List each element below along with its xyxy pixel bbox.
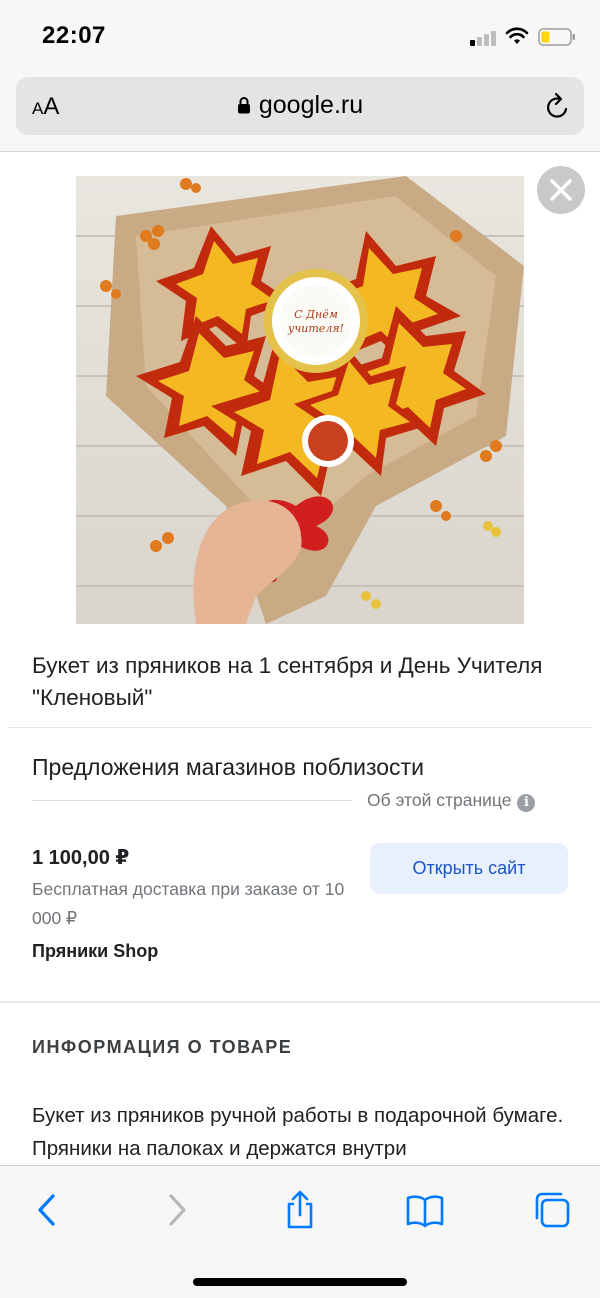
svg-text:учителя!: учителя! xyxy=(287,322,344,335)
offer-shop-name[interactable]: Пряники Shop xyxy=(32,941,158,962)
lock-icon xyxy=(237,97,250,114)
divider xyxy=(32,800,352,801)
battery-icon xyxy=(538,28,575,46)
status-bar: 22:07 xyxy=(0,0,600,72)
browser-address-area: AA google.ru xyxy=(0,72,600,152)
product-info-heading: ИНФОРМАЦИЯ О ТОВАРЕ xyxy=(32,1037,293,1057)
reload-icon[interactable] xyxy=(544,91,572,121)
offers-heading: Предложения магазинов поблизости xyxy=(32,754,424,780)
offer-price: 1 100,00 ₽ xyxy=(32,847,130,869)
divider xyxy=(8,727,592,728)
close-button[interactable] xyxy=(537,166,585,214)
cellular-signal-icon xyxy=(470,30,498,46)
url-text: google.ru xyxy=(258,91,364,119)
tabs-icon[interactable] xyxy=(532,1190,572,1230)
about-this-page-label: Об этой странице xyxy=(367,790,512,810)
product-title: Букет из пряников на 1 сентября и День У… xyxy=(32,653,543,710)
info-icon: i xyxy=(517,794,536,812)
home-indicator[interactable] xyxy=(193,1278,407,1286)
product-photo: С Днём учителя! xyxy=(76,176,524,624)
status-time: 22:07 xyxy=(42,22,106,49)
open-site-button[interactable]: Открыть сайт xyxy=(370,843,568,894)
svg-text:С Днём: С Днём xyxy=(294,308,338,321)
share-icon[interactable] xyxy=(280,1190,320,1230)
product-image[interactable]: С Днём учителя! xyxy=(76,176,524,624)
product-description: Букет из пряников ручной работы в подаро… xyxy=(32,1104,564,1160)
offer-delivery: Бесплатная доставка при заказе от 10 000… xyxy=(32,879,345,928)
url-display[interactable]: google.ru xyxy=(16,91,584,120)
close-icon xyxy=(550,179,572,201)
forward-icon[interactable] xyxy=(156,1190,196,1230)
bookmarks-icon[interactable] xyxy=(405,1190,445,1230)
back-icon[interactable] xyxy=(28,1190,68,1230)
address-bar[interactable]: AA google.ru xyxy=(16,77,584,135)
browser-toolbar xyxy=(0,1165,600,1298)
section-divider xyxy=(0,1001,600,1003)
wifi-icon xyxy=(505,27,529,44)
about-this-page-link[interactable]: Об этой странице i xyxy=(367,790,536,812)
